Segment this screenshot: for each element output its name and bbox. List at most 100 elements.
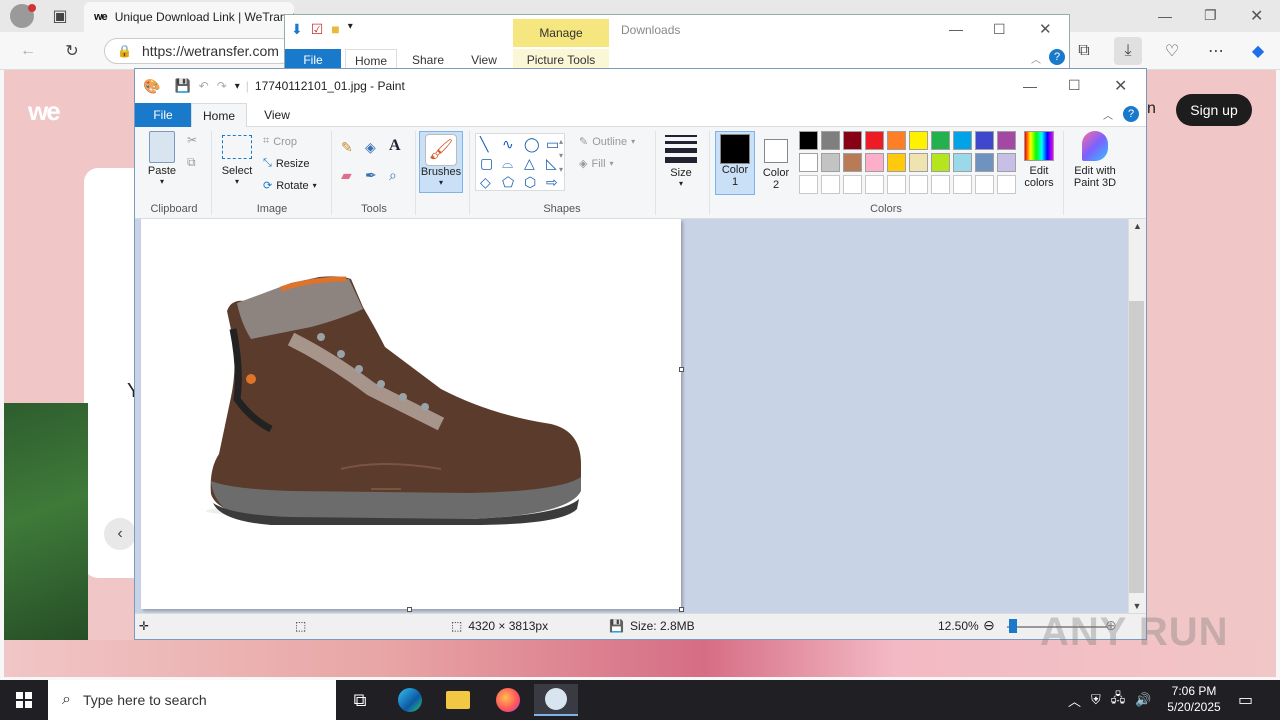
palette-color-swatch[interactable] (975, 131, 994, 150)
palette-color-swatch[interactable] (799, 153, 818, 172)
paint-minimize-button[interactable]: — (1023, 78, 1037, 94)
undo-icon[interactable]: ↶ (199, 79, 209, 93)
palette-color-swatch[interactable] (821, 153, 840, 172)
browser-close-button[interactable]: ✕ (1250, 6, 1263, 26)
back-icon[interactable]: ← (14, 37, 42, 65)
carousel-back-button[interactable]: ‹ (104, 518, 136, 550)
rounded-rect-shape-icon[interactable]: ▢ (480, 155, 500, 172)
ribbon-collapse-icon[interactable]: ︿ (1103, 107, 1113, 122)
browser-restore-button[interactable]: ❐ (1204, 7, 1217, 24)
eraser-icon[interactable]: ▰ (341, 167, 352, 184)
palette-color-swatch[interactable] (909, 153, 928, 172)
task-view-icon[interactable]: ⧉ (338, 684, 382, 716)
palette-color-swatch[interactable] (887, 153, 906, 172)
network-icon[interactable]: 🖧 (1111, 689, 1126, 711)
palette-color-swatch[interactable] (865, 131, 884, 150)
palette-color-swatch[interactable] (909, 131, 928, 150)
paste-button[interactable]: Paste ▾ (145, 131, 179, 186)
canvas-resize-handle-right[interactable] (679, 367, 684, 372)
select-button[interactable]: Select ▾ (219, 135, 255, 186)
palette-custom-swatch[interactable] (821, 175, 840, 194)
palette-color-swatch[interactable] (887, 131, 906, 150)
palette-color-swatch[interactable] (997, 153, 1016, 172)
oval-shape-icon[interactable]: ◯ (524, 136, 544, 153)
address-bar[interactable]: 🔒 https://wetransfer.com (104, 38, 294, 64)
diamond-shape-icon[interactable]: ◇ (480, 174, 500, 191)
pentagon-shape-icon[interactable]: ⬠ (502, 174, 522, 191)
color-picker-icon[interactable]: ✒ (365, 167, 377, 184)
polygon-shape-icon[interactable]: ⌓ (502, 155, 522, 172)
customize-dropdown-icon[interactable]: ▾ (348, 21, 353, 38)
copy-icon[interactable]: ⧉ (187, 155, 196, 170)
file-explorer-icon[interactable] (436, 684, 480, 716)
save-icon[interactable]: 💾 (174, 78, 190, 94)
notification-center-icon[interactable]: ▭ (1238, 690, 1253, 710)
tab-actions-icon[interactable]: ▣ (46, 2, 74, 30)
down-arrow-icon[interactable]: ⬇ (291, 21, 303, 38)
cut-icon[interactable]: ✂ (187, 133, 197, 147)
palette-custom-swatch[interactable] (953, 175, 972, 194)
pencil-icon[interactable]: ✎ (341, 139, 353, 156)
copilot-icon[interactable]: ◆ (1244, 37, 1272, 65)
palette-custom-swatch[interactable] (799, 175, 818, 194)
fill-bucket-icon[interactable]: ◈ (365, 139, 376, 156)
magnifier-icon[interactable]: ⌕ (389, 167, 397, 184)
refresh-icon[interactable]: ↻ (58, 37, 86, 65)
wetransfer-logo[interactable]: we (28, 96, 61, 127)
browser-minimize-button[interactable]: — (1158, 8, 1172, 24)
brushes-button[interactable]: 🖌 Brushes ▾ (419, 131, 463, 193)
line-shape-icon[interactable]: ╲ (480, 136, 500, 153)
explorer-maximize-button[interactable]: ☐ (993, 21, 1006, 38)
palette-color-swatch[interactable] (931, 153, 950, 172)
paint-maximize-button[interactable]: ☐ (1068, 77, 1081, 94)
vertical-scroll-thumb[interactable] (1129, 301, 1144, 593)
start-button[interactable] (0, 680, 48, 720)
palette-color-swatch[interactable] (953, 153, 972, 172)
palette-color-swatch[interactable] (931, 131, 950, 150)
palette-custom-swatch[interactable] (997, 175, 1016, 194)
explorer-minimize-button[interactable]: — (949, 21, 963, 37)
signup-button[interactable]: Sign up (1176, 94, 1252, 126)
outline-button[interactable]: ✎ Outline ▾ (579, 135, 635, 149)
qat-dropdown-icon[interactable]: ▾ (235, 81, 240, 92)
canvas-resize-handle-corner[interactable] (679, 607, 684, 612)
firefox-icon[interactable] (486, 684, 530, 716)
size-button[interactable]: Size ▾ (663, 135, 699, 188)
redo-icon[interactable]: ↷ (217, 79, 227, 93)
palette-custom-swatch[interactable] (909, 175, 928, 194)
scroll-up-icon[interactable]: ▲ (1129, 221, 1146, 231)
palette-color-swatch[interactable] (843, 153, 862, 172)
palette-color-swatch[interactable] (865, 153, 884, 172)
paint-tab-home[interactable]: Home (191, 103, 247, 128)
rotate-button[interactable]: ⟳ Rotate ▾ (263, 179, 317, 193)
palette-color-swatch[interactable] (975, 153, 994, 172)
drawing-canvas[interactable] (141, 219, 681, 609)
edge-icon[interactable] (388, 684, 432, 716)
zoom-slider-thumb[interactable] (1009, 619, 1017, 633)
shapes-scroll-icon[interactable]: ▴ ▾ ▾ (559, 135, 563, 177)
fill-button[interactable]: ◈ Fill ▾ (579, 157, 614, 171)
taskbar-search-box[interactable]: ⌕ Type here to search (48, 680, 336, 720)
color2-button[interactable]: Color 2 (757, 131, 795, 195)
palette-color-swatch[interactable] (799, 131, 818, 150)
crop-button[interactable]: ⌗ Crop (263, 135, 297, 148)
paint-icon[interactable] (534, 684, 578, 716)
palette-color-swatch[interactable] (843, 131, 862, 150)
health-icon[interactable]: ♡ (1158, 37, 1186, 65)
paint-tab-view[interactable]: View (253, 103, 301, 127)
palette-custom-swatch[interactable] (887, 175, 906, 194)
volume-icon[interactable]: 🔊 (1135, 692, 1151, 708)
palette-custom-swatch[interactable] (865, 175, 884, 194)
zoom-out-icon[interactable]: ⊖ (983, 617, 995, 634)
paint-help-icon[interactable]: ? (1123, 106, 1139, 122)
edit-colors-button[interactable]: Edit colors (1019, 131, 1059, 189)
curve-shape-icon[interactable]: ∿ (502, 136, 522, 153)
browser-tab-active[interactable]: we Unique Download Link | WeTransfer (84, 2, 294, 32)
palette-color-swatch[interactable] (997, 131, 1016, 150)
palette-custom-swatch[interactable] (975, 175, 994, 194)
palette-custom-swatch[interactable] (843, 175, 862, 194)
palette-custom-swatch[interactable] (931, 175, 950, 194)
properties-icon[interactable]: ☑ (311, 21, 324, 38)
palette-color-swatch[interactable] (821, 131, 840, 150)
collections-icon[interactable]: ⧉ (1070, 37, 1098, 65)
